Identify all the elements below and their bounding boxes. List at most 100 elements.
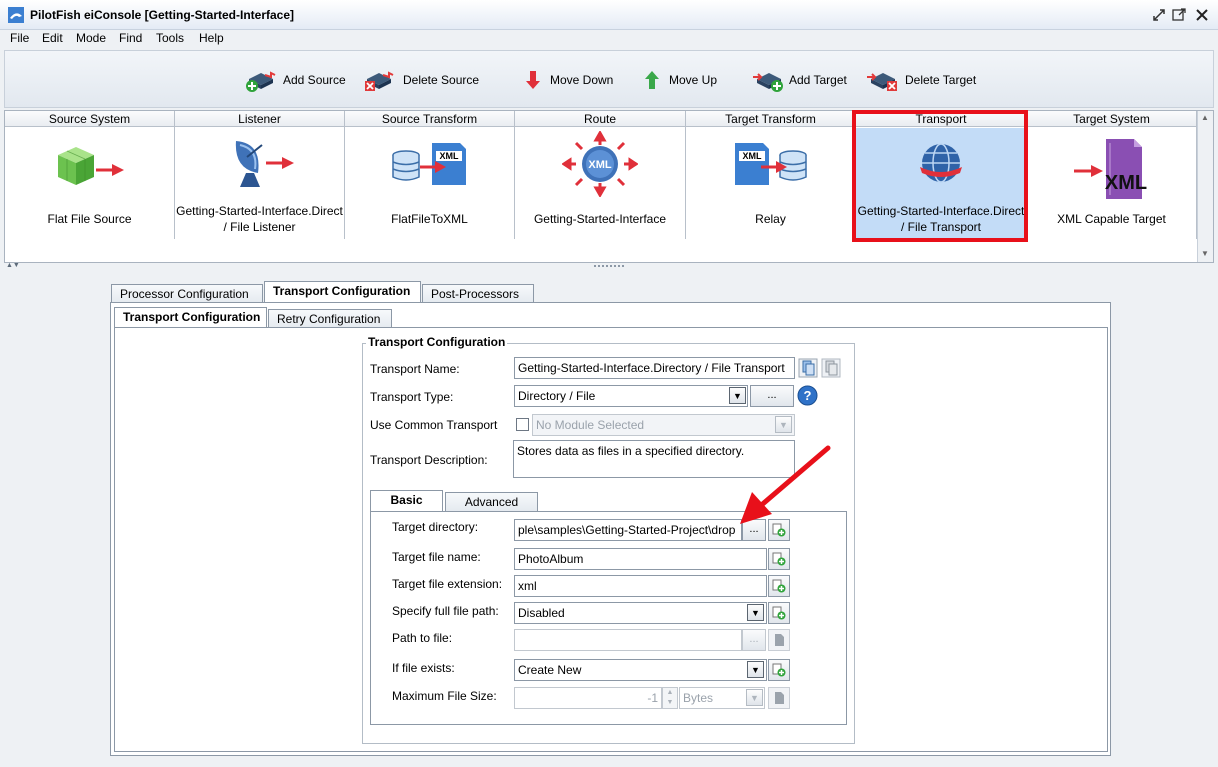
full-file-path-select[interactable]: Disabled [514,602,767,624]
tab-basic[interactable]: Basic [370,490,443,512]
add-source-icon [246,71,276,92]
delete-target-button[interactable]: Delete Target [865,65,976,95]
stage-source-system[interactable]: Source System Flat File Source [5,111,175,239]
menu-mode[interactable]: Mode [76,31,106,45]
group-title: Transport Configuration [366,335,508,349]
add-document-icon [772,552,786,566]
add-variable-button[interactable] [768,548,790,570]
tab-advanced[interactable]: Advanced [445,492,538,512]
svg-text:XML: XML [588,159,612,171]
chevron-down-icon: ▼ [775,416,792,433]
stage-label: Flat File Source [47,212,132,226]
menu-bar: File Edit Mode Find Tools Help [0,30,1218,48]
full-file-path-label: Specify full file path: [392,604,499,618]
use-common-transport-checkbox[interactable] [516,418,529,431]
tab-inner-transport-configuration[interactable]: Transport Configuration [114,307,267,329]
transport-name-field[interactable]: Getting-Started-Interface.Directory / Fi… [514,357,795,379]
xml-to-db-icon: XML [734,143,807,185]
move-down-label: Move Down [550,73,614,87]
svg-text:XML: XML [742,151,762,161]
add-target-label: Add Target [789,73,847,87]
chevron-down-icon[interactable]: ▼ [729,387,746,404]
db-to-xml-icon: XML [391,143,466,185]
scroll-up-icon[interactable]: ▲ [1201,113,1209,122]
transport-name-label: Transport Name: [370,362,460,376]
tab-post-processors[interactable]: Post-Processors [422,284,534,304]
svg-text:XML: XML [439,151,459,161]
transport-type-label: Transport Type: [370,390,454,404]
add-variable-button[interactable] [768,659,790,681]
satellite-dish-icon [235,141,294,187]
chevron-down-icon: ▼ [746,689,763,706]
common-module-select: No Module Selected [532,414,795,436]
use-common-transport-label: Use Common Transport [370,418,498,432]
transport-type-select[interactable]: Directory / File [514,385,748,407]
add-variable-button[interactable] [768,602,790,624]
move-down-button[interactable]: Move Down [520,65,613,95]
menu-file[interactable]: File [10,31,29,45]
arrow-up-icon [645,71,659,89]
stage-target-system[interactable]: Target System XML XML Capable Target [1027,111,1197,239]
add-target-icon [753,73,783,92]
chevron-down-icon[interactable]: ▼ [747,661,764,678]
maximize-icon[interactable] [1171,7,1187,23]
target-file-name-field[interactable]: PhotoAlbum [514,548,767,570]
target-file-extension-label: Target file extension: [392,577,503,591]
restore-icon[interactable] [1151,7,1167,23]
transport-highlight-box [852,110,1028,242]
add-document-icon [772,663,786,677]
stage-listener[interactable]: Listener Getting-Started-Interface.Direc… [175,111,345,239]
menu-help[interactable]: Help [199,31,224,45]
add-document-icon [772,606,786,620]
delete-source-label: Delete Source [403,73,480,87]
path-to-file-field [514,629,742,651]
stage-route[interactable]: Route XML Getting-Started-Interface [515,111,686,239]
delete-source-button[interactable]: Delete Source [363,65,479,95]
xml-document-icon: XML [1073,139,1147,199]
transport-description-label: Transport Description: [370,453,488,467]
cube-arrow-icon [57,147,124,185]
max-file-size-spinner: ▲ ▼ [662,687,678,709]
document-icon [775,634,784,646]
stage-source-transform[interactable]: Source Transform XML FlatFileToXML [345,111,515,239]
svg-text:XML: XML [1104,172,1146,194]
close-icon[interactable] [1194,7,1210,23]
menu-find[interactable]: Find [119,31,142,45]
stage-label: XML Capable Target [1057,212,1166,226]
stage-header: Target Transform [686,111,855,127]
stage-target-transform[interactable]: Target Transform XML Relay [686,111,856,239]
stage-strip-scrollbar[interactable]: ▲ ▼ [1197,111,1213,262]
target-directory-field[interactable]: ple\samples\Getting-Started-Project\drop [514,519,742,541]
move-up-label: Move Up [669,73,718,87]
target-file-extension-field[interactable]: xml [514,575,767,597]
help-icon[interactable]: ? [797,385,818,406]
if-file-exists-select[interactable]: Create New [514,659,767,681]
stage-label: FlatFileToXML [391,212,468,226]
tab-transport-configuration[interactable]: Transport Configuration [264,281,421,303]
add-document-icon [772,579,786,593]
path-to-file-browse-button: ... [742,629,766,651]
menu-edit[interactable]: Edit [42,31,63,45]
splitter-grip[interactable] [594,265,624,268]
transport-type-options-button[interactable]: ... [750,385,794,407]
arrow-down-icon [526,71,540,89]
route-stage-strip: Source System Flat File Source Listener … [4,110,1214,263]
tab-processor-configuration[interactable]: Processor Configuration [111,284,263,304]
tab-retry-configuration[interactable]: Retry Configuration [268,309,392,329]
paste-icon[interactable] [821,358,841,378]
add-source-button[interactable]: Add Source [245,65,346,95]
splitter-arrows-icon[interactable]: ▲▼ [6,262,20,270]
add-target-button[interactable]: Add Target [751,65,847,95]
add-variable-button-disabled [768,629,790,651]
stage-label: Relay [755,212,786,226]
menu-tools[interactable]: Tools [156,31,184,45]
stage-header: Target System [1027,111,1196,127]
stage-header: Source Transform [345,111,514,127]
scroll-down-icon[interactable]: ▼ [1201,249,1209,258]
if-file-exists-label: If file exists: [392,661,455,675]
move-up-button[interactable]: Move Up [639,65,717,95]
chevron-down-icon[interactable]: ▼ [747,604,764,621]
max-file-size-label: Maximum File Size: [392,689,497,703]
add-variable-button[interactable] [768,575,790,597]
copy-icon[interactable] [798,358,818,378]
